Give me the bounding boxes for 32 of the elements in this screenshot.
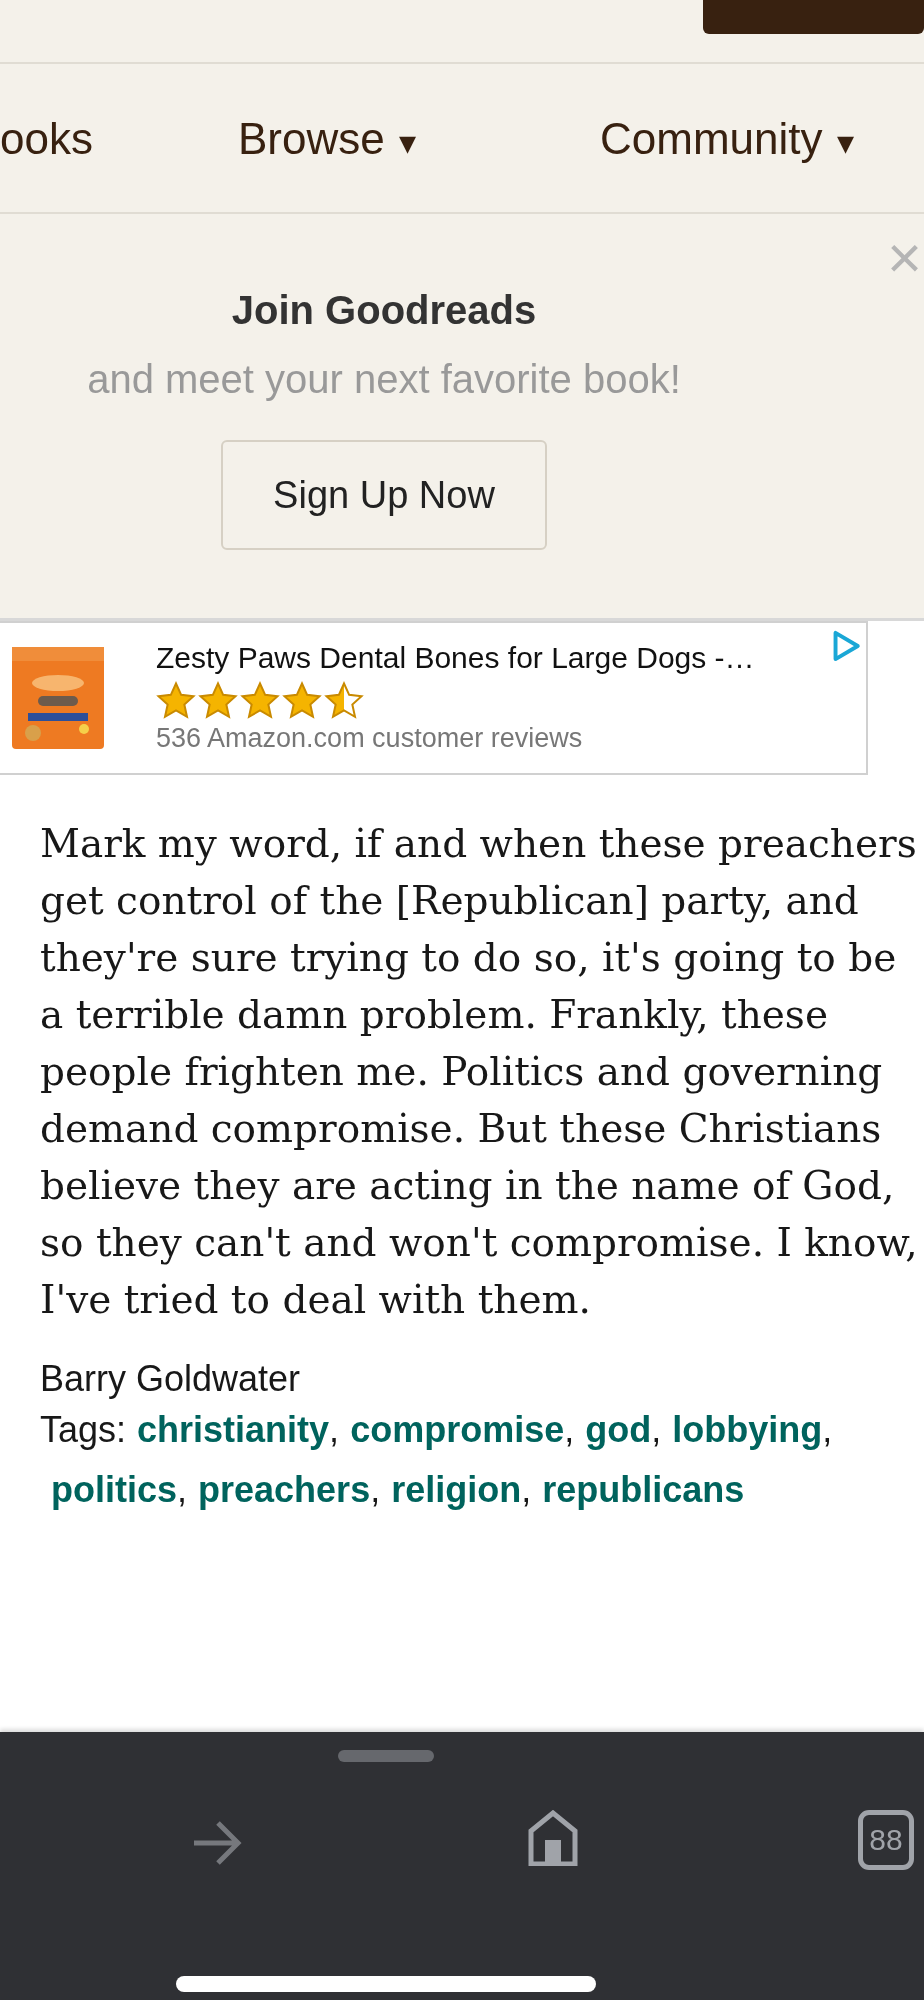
separator-comma: ,	[370, 1469, 381, 1510]
separator-comma: ,	[651, 1409, 662, 1450]
ad-title[interactable]: Zesty Paws Dental Bones for Large Dogs -…	[156, 641, 755, 675]
tag-link[interactable]: god	[585, 1409, 652, 1450]
nav-link[interactable]: Community	[600, 114, 823, 164]
tag-link[interactable]: politics	[51, 1469, 178, 1510]
tag-link[interactable]: lobbying	[672, 1409, 823, 1450]
quote-author: Barry Goldwater	[40, 1358, 302, 1400]
tags-label: Tags:	[40, 1408, 127, 1452]
quote-text: Mark my word, if and when these preachers get control of the [Republican] party, and they're sure trying to do so, it's going to be a terrible damn problem. Frankly, these people frighten me. Politics and governing demand compromise. But these Christians believe they are acting in the name of God, so they can't and won't compromise. I know, I've tried to deal with them.	[40, 820, 919, 1324]
banner-subtitle: and meet your next favorite book!	[86, 357, 682, 402]
caret-icon[interactable]: ▾	[398, 122, 416, 162]
caret-icon[interactable]: ▾	[836, 122, 854, 162]
nav-link[interactable]: ooks	[0, 114, 93, 164]
separator-comma: ,	[521, 1469, 532, 1510]
tag-link[interactable]: religion	[391, 1469, 522, 1510]
banner-title: Join Goodreads	[230, 288, 538, 333]
separator-comma: ,	[329, 1409, 340, 1450]
home-icon[interactable]	[528, 1810, 578, 1866]
tag-link[interactable]: compromise	[350, 1409, 565, 1450]
separator-comma: ,	[564, 1409, 575, 1450]
sheet-handle[interactable]	[338, 1750, 434, 1762]
ad-card[interactable]: Zesty Paws Dental Bones for Large Dogs -… 536 Amazon.com customer reviews	[0, 621, 868, 775]
tag-link[interactable]: christianity	[137, 1409, 330, 1450]
sign-up-now-button[interactable]: Sign Up Now	[221, 440, 547, 550]
nav-link[interactable]: Browse	[238, 114, 385, 164]
tag-link[interactable]: republicans	[542, 1469, 745, 1510]
tab-count-button[interactable]: 88	[858, 1810, 914, 1870]
tag-link[interactable]: preachers	[198, 1469, 371, 1510]
review-count: 536 Amazon.com customer reviews	[156, 723, 584, 754]
separator-comma: ,	[822, 1409, 833, 1450]
separator-comma: ,	[177, 1469, 188, 1510]
